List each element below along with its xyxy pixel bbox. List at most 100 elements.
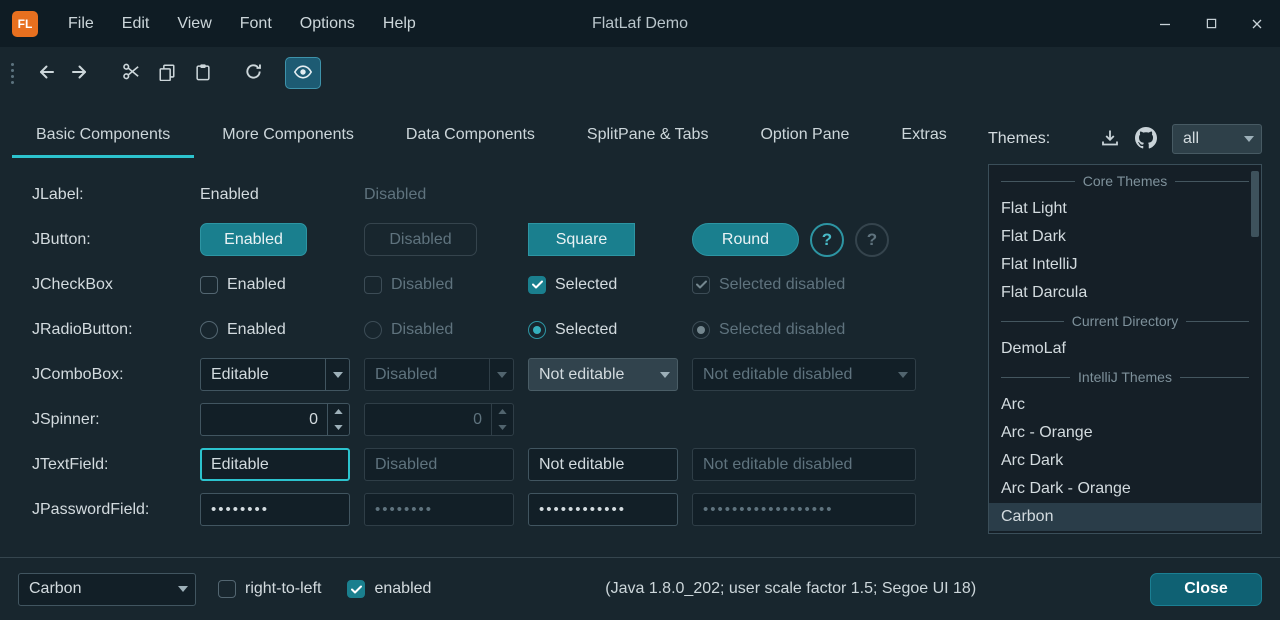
tab-extras[interactable]: Extras: [875, 114, 972, 158]
combobox-not-editable[interactable]: Not editable: [528, 358, 678, 391]
separator-line: [1001, 377, 1070, 378]
close-button[interactable]: Close: [1150, 573, 1262, 606]
password-dots: ••••••••: [375, 501, 433, 518]
refresh-button[interactable]: [235, 57, 271, 89]
checkbox-disabled: Disabled: [364, 276, 528, 294]
spinner-disabled: 0: [364, 403, 514, 436]
copy-icon: [158, 63, 176, 84]
combobox-value: Editable: [201, 366, 325, 384]
close-window-button[interactable]: [1234, 0, 1280, 47]
combobox-editable[interactable]: Editable: [200, 358, 350, 391]
right-to-left-checkbox[interactable]: right-to-left: [218, 580, 321, 598]
themes-filter-combobox[interactable]: all: [1172, 124, 1262, 154]
theme-item-flat-intellij[interactable]: Flat IntelliJ: [989, 251, 1261, 279]
theme-item-carbon[interactable]: Carbon: [989, 503, 1261, 531]
theme-item-demolaf[interactable]: DemoLaf: [989, 335, 1261, 363]
spinner-enabled[interactable]: 0: [200, 403, 350, 436]
github-icon: [1135, 127, 1157, 152]
textfield-editable[interactable]: Editable: [200, 448, 350, 481]
theme-group-separator: Current Directory: [989, 307, 1261, 335]
passwordfield-not-editable[interactable]: ••••••••••••: [528, 493, 678, 526]
arrow-right-icon: [71, 62, 91, 85]
minimize-button[interactable]: [1142, 0, 1188, 47]
enabled-checkbox[interactable]: enabled: [347, 580, 431, 598]
help-button[interactable]: ?: [810, 223, 844, 257]
combobox-value: Not editable disabled: [693, 366, 891, 384]
password-dots: ••••••••••••: [539, 501, 626, 518]
menu-file[interactable]: File: [54, 0, 108, 47]
scrollbar-thumb[interactable]: [1251, 171, 1259, 237]
spinner-down-button[interactable]: [328, 420, 349, 436]
password-dots: ••••••••••••••••••: [703, 501, 834, 518]
tab-data-components[interactable]: Data Components: [380, 114, 561, 158]
radio-selected-icon: [528, 321, 546, 339]
maximize-button[interactable]: [1188, 0, 1234, 47]
copy-button[interactable]: [149, 57, 185, 89]
forward-button[interactable]: [63, 57, 99, 89]
radio-label: Selected disabled: [719, 321, 845, 339]
theme-group-separator: IntelliJ Themes: [989, 363, 1261, 391]
square-button[interactable]: Square: [528, 223, 635, 256]
tab-label: More Components: [222, 126, 354, 143]
menu-help[interactable]: Help: [369, 0, 430, 47]
tab-splitpane-tabs[interactable]: SplitPane & Tabs: [561, 114, 735, 158]
flatlaf-demo-window: FL File Edit View Font Options Help Flat…: [0, 0, 1280, 620]
tab-bar: Basic Components More Components Data Co…: [10, 114, 973, 158]
checkbox-box-icon: [364, 276, 382, 294]
toolbar-grip[interactable]: [8, 63, 17, 84]
jcombobox-row: JComboBox: Editable Disabled Not editabl…: [32, 352, 932, 397]
textfield-not-editable-disabled: Not editable disabled: [692, 448, 916, 481]
separator-line: [1001, 181, 1075, 182]
menu-options[interactable]: Options: [286, 0, 369, 47]
textfield-value: Disabled: [375, 456, 437, 474]
chevron-down-icon: [1237, 125, 1261, 153]
paste-button[interactable]: [185, 57, 221, 89]
jspinner-row: JSpinner: 0 0: [32, 397, 932, 442]
statusbar: Carbon right-to-left enabled (Java 1.8.0…: [0, 557, 1280, 620]
menu-font[interactable]: Font: [226, 0, 286, 47]
theme-group-separator: Core Themes: [989, 167, 1261, 195]
theme-item-arc[interactable]: Arc: [989, 391, 1261, 419]
theme-item-flat-darcula[interactable]: Flat Darcula: [989, 279, 1261, 307]
jtextfield-row: JTextField: Editable Disabled Not editab…: [32, 442, 932, 487]
menu-edit[interactable]: Edit: [108, 0, 164, 47]
show-details-toggle[interactable]: [285, 57, 321, 89]
textfield-not-editable[interactable]: Not editable: [528, 448, 678, 481]
themes-header: Themes: all: [988, 122, 1262, 156]
round-button[interactable]: Round: [692, 223, 799, 256]
row-label: JComboBox:: [32, 366, 200, 384]
radio-icon: [200, 321, 218, 339]
spinner-up-button[interactable]: [328, 404, 349, 420]
back-button[interactable]: [27, 57, 63, 89]
theme-item-flat-dark[interactable]: Flat Dark: [989, 223, 1261, 251]
app-logo: FL: [12, 11, 38, 37]
row-label: JRadioButton:: [32, 321, 200, 339]
tab-basic-components[interactable]: Basic Components: [10, 114, 196, 158]
menu-view[interactable]: View: [163, 0, 225, 47]
radio-enabled[interactable]: Enabled: [200, 321, 364, 339]
theme-item-arc-dark-orange[interactable]: Arc Dark - Orange: [989, 475, 1261, 503]
combobox-disabled: Disabled: [364, 358, 514, 391]
enabled-button[interactable]: Enabled: [200, 223, 307, 256]
download-themes-button[interactable]: [1094, 124, 1126, 154]
tab-more-components[interactable]: More Components: [196, 114, 380, 158]
checkbox-enabled[interactable]: Enabled: [200, 276, 364, 294]
toolbar: [0, 47, 1280, 99]
cut-button[interactable]: [113, 57, 149, 89]
window-controls: [1142, 0, 1280, 47]
lookandfeel-combobox[interactable]: Carbon: [18, 573, 196, 606]
row-label: JCheckBox: [32, 276, 200, 294]
theme-item-flat-light[interactable]: Flat Light: [989, 195, 1261, 223]
theme-item-arc-dark[interactable]: Arc Dark: [989, 447, 1261, 475]
radio-selected[interactable]: Selected: [528, 321, 692, 339]
theme-item-arc-orange[interactable]: Arc - Orange: [989, 419, 1261, 447]
chevron-down-icon[interactable]: [325, 359, 349, 390]
spinner-value: 0: [365, 404, 491, 435]
arrow-left-icon: [35, 62, 55, 85]
theme-group-label: Core Themes: [1083, 173, 1168, 189]
checkbox-selected[interactable]: Selected: [528, 276, 692, 294]
tab-option-pane[interactable]: Option Pane: [734, 114, 875, 158]
spinner-value: 0: [201, 404, 327, 435]
passwordfield-enabled[interactable]: ••••••••: [200, 493, 350, 526]
github-button[interactable]: [1130, 124, 1162, 154]
